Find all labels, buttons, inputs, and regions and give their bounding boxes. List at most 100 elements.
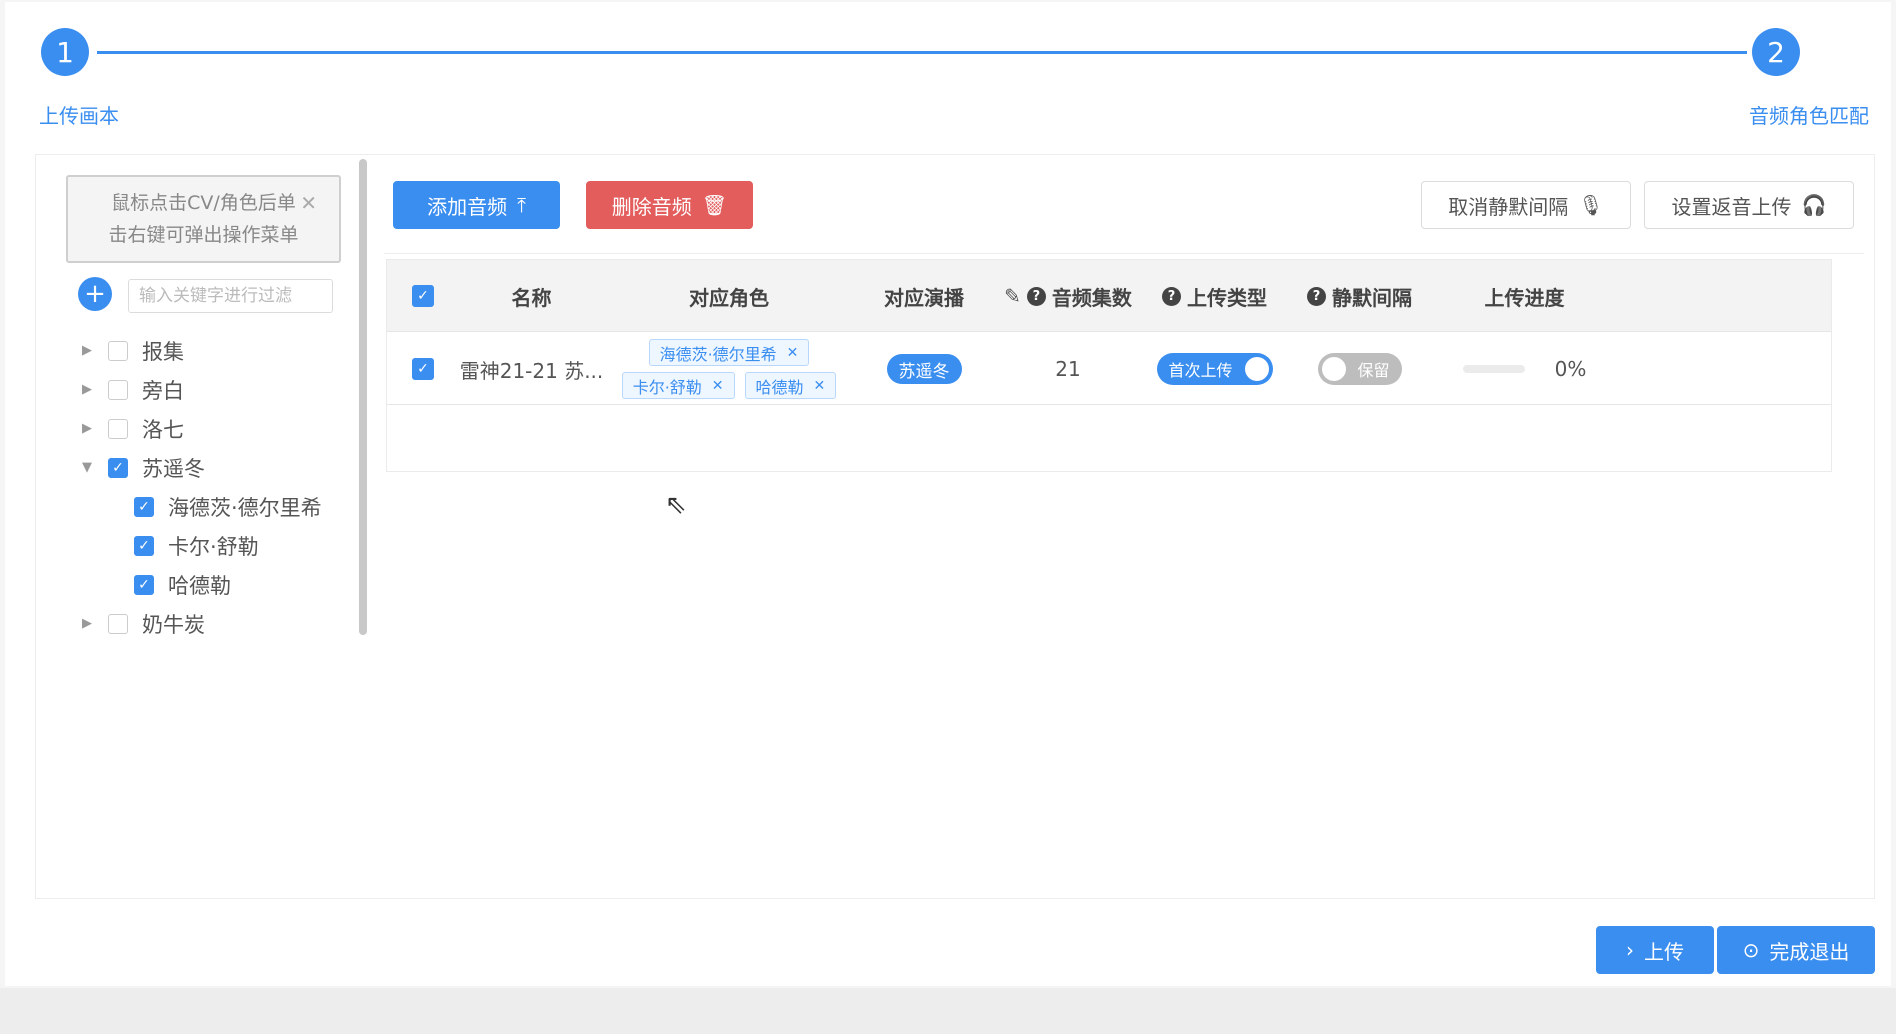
caret-right-icon[interactable]: ▶ [76, 616, 98, 631]
tree-node[interactable]: ▶ 报集 [76, 331, 356, 370]
upload-type-switch[interactable]: 首次上传 [1156, 353, 1273, 385]
close-icon[interactable]: ✕ [300, 187, 317, 219]
tree-child-node[interactable]: ✓ 卡尔·舒勒 [76, 526, 356, 565]
header-upload-type-label: 上传类型 [1187, 285, 1267, 310]
check-icon: ✓ [138, 498, 150, 515]
caret-down-icon[interactable]: ▼ [76, 460, 98, 475]
role-tag-label: 哈德勒 [755, 377, 804, 397]
header-silence-label: 静默间隔 [1332, 285, 1412, 310]
tree-node[interactable]: ▼ ✓ 苏遥冬 [76, 448, 356, 487]
role-tag-label: 海德茨·德尔里希 [659, 344, 777, 364]
finish-label: 完成退出 [1769, 939, 1850, 964]
row-upload-type-cell: 首次上传 [1142, 333, 1287, 405]
cancel-silence-button[interactable]: 取消静默间隔 🎙 [1421, 181, 1631, 229]
step-connector [97, 51, 1747, 54]
tree-checkbox[interactable]: ✓ [134, 574, 154, 595]
edit-icon[interactable]: ✎ [1004, 284, 1021, 308]
tree-checkbox[interactable] [108, 613, 128, 634]
header-progress: 上传进度 [1484, 285, 1565, 310]
tree-child-node[interactable]: ✓ 海德茨·德尔里希 [76, 487, 356, 526]
tree-checkbox[interactable]: ✓ [134, 496, 154, 517]
delete-audio-button[interactable]: 删除音频 🗑 [586, 181, 753, 229]
tree-node[interactable]: ▶ 旁白 [76, 370, 356, 409]
caret-right-icon[interactable]: ▶ [76, 382, 98, 397]
check-icon: ✓ [138, 537, 150, 554]
main-panel: 鼠标点击CV/角色后单 击右键可弹出操作菜单 ✕ + ▶ 报集 ▶ 旁白 ▶ 洛… [35, 154, 1875, 899]
tree-checkbox[interactable]: ✓ [134, 535, 154, 556]
role-tag-label: 卡尔·舒勒 [632, 377, 702, 397]
role-tag: 卡尔·舒勒 ✕ [621, 372, 735, 399]
add-cv-button[interactable]: + [78, 277, 112, 311]
silence-switch[interactable]: 保留 [1317, 353, 1402, 385]
select-all-checkbox[interactable]: ✓ [412, 285, 434, 307]
table-header: ✓ 名称 对应角色 对应演播 ✎ ? 音频集数 ? 上传类型 ? 静默间隔 上传… [387, 260, 1831, 332]
row-roles: 海德茨·德尔里希 ✕ 卡尔·舒勒 ✕ 哈德勒 ✕ [604, 333, 854, 405]
chevron-right-icon: › [1626, 938, 1634, 962]
bottom-strip [0, 988, 1896, 1034]
header-silence: ? 静默间隔 [1287, 260, 1432, 332]
set-return-upload-button[interactable]: 设置返音上传 🎧 [1644, 181, 1854, 229]
trash-icon: 🗑 [701, 193, 728, 217]
hint-line-2: 击右键可弹出操作菜单 [108, 224, 299, 246]
performer-badge[interactable]: 苏遥冬 [886, 354, 962, 384]
tree-node[interactable]: ▶ 奶牛炭 [76, 604, 356, 643]
delete-audio-label: 删除音频 [611, 194, 692, 219]
headphones-icon: 🎧 [1801, 193, 1827, 217]
tree-checkbox[interactable] [108, 340, 128, 361]
sidebar-scrollbar[interactable] [359, 159, 367, 635]
tree-checkbox[interactable] [108, 418, 128, 439]
header-upload-type: ? 上传类型 [1142, 260, 1287, 332]
close-icon[interactable]: ✕ [814, 378, 826, 394]
header-select-all: ✓ [387, 260, 459, 332]
tree-node-label: 苏遥冬 [142, 456, 205, 481]
page: 1 2 上传画本 音频角色匹配 鼠标点击CV/角色后单 击右键可弹出操作菜单 ✕… [5, 2, 1891, 986]
row-silence-cell: 保留 [1287, 333, 1432, 405]
caret-right-icon[interactable]: ▶ [76, 421, 98, 436]
question-icon[interactable]: ? [1307, 286, 1326, 306]
filter-input[interactable] [128, 279, 333, 313]
tree-node-label: 海德茨·德尔里希 [168, 495, 322, 520]
tree-node[interactable]: ▶ 洛七 [76, 409, 356, 448]
row-episodes: 21 [1055, 357, 1081, 381]
tree-checkbox[interactable]: ✓ [108, 457, 128, 478]
close-icon[interactable]: ✕ [787, 345, 799, 361]
caret-right-icon[interactable]: ▶ [76, 343, 98, 358]
check-icon: ✓ [112, 459, 124, 476]
tree-checkbox[interactable] [108, 379, 128, 400]
audio-panel: 添加音频 ⤒ 删除音频 🗑 取消静默间隔 🎙 设置返音上传 🎧 ✓ 名称 对应角… [376, 155, 1876, 900]
finish-exit-button[interactable]: ⊙ 完成退出 [1717, 926, 1875, 974]
tree-node-label: 报集 [142, 339, 184, 364]
close-icon[interactable]: ✕ [712, 378, 724, 394]
header-episodes-label: 音频集数 [1051, 285, 1132, 310]
tree-node-label: 洛七 [142, 417, 184, 442]
row-progress-cell: 0% [1432, 333, 1617, 405]
add-audio-button[interactable]: 添加音频 ⤒ [393, 181, 560, 229]
step-2-label: 音频角色匹配 [1749, 104, 1869, 128]
tree-child-node[interactable]: ✓ 哈德勒 [76, 565, 356, 604]
row-name: 雷神21-21 苏... [459, 358, 604, 383]
toolbar-divider [384, 253, 1864, 254]
check-icon: ✓ [417, 361, 429, 377]
question-icon[interactable]: ? [1026, 286, 1046, 306]
step-1-label: 上传画本 [39, 104, 119, 128]
header-role: 对应角色 [689, 285, 769, 310]
set-return-upload-label: 设置返音上传 [1671, 194, 1792, 219]
row-checkbox[interactable]: ✓ [412, 358, 434, 380]
upload-type-label: 首次上传 [1168, 361, 1233, 380]
microphone-icon: 🎙 [1578, 193, 1604, 217]
role-tag: 海德茨·德尔里希 ✕ [648, 339, 810, 366]
upload-button[interactable]: › 上传 [1596, 926, 1714, 974]
progress-text: 0% [1554, 357, 1587, 381]
table-row[interactable]: ✓ 雷神21-21 苏... 海德茨·德尔里希 ✕ 卡尔·舒勒 ✕ 哈德勒 ✕ … [387, 333, 1831, 405]
switch-knob [1244, 357, 1269, 381]
header-performer: 对应演播 [884, 285, 964, 310]
check-circle-icon: ⊙ [1742, 938, 1760, 962]
upload-label: 上传 [1644, 939, 1684, 964]
tree-node-label: 卡尔·舒勒 [168, 534, 259, 559]
header-name: 名称 [511, 285, 552, 310]
tree-node-label: 奶牛炭 [142, 612, 205, 637]
question-icon[interactable]: ? [1162, 286, 1181, 306]
header-episodes: ✎ ? 音频集数 [994, 260, 1142, 332]
upload-icon: ⤒ [517, 193, 526, 217]
hint-line-1: 鼠标点击CV/角色后单 [111, 192, 296, 214]
